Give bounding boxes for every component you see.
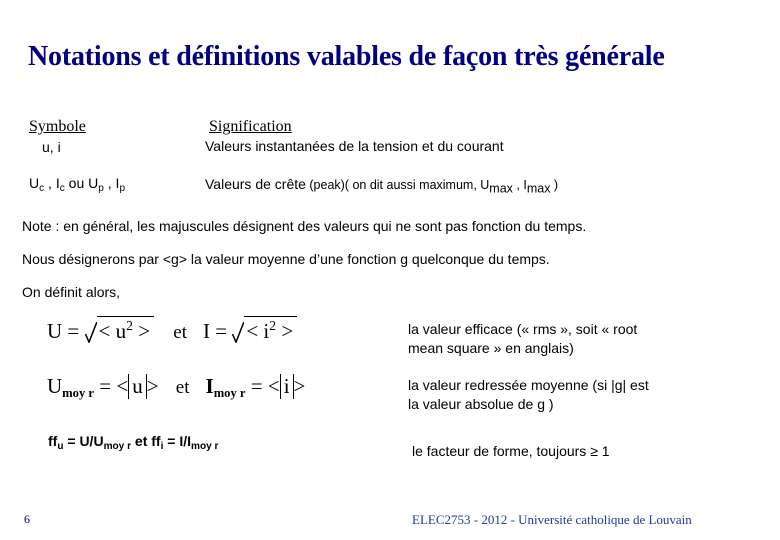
symbol-sep-2: , xyxy=(103,175,116,191)
note-paragraph-1: Note : en général, les majuscules désign… xyxy=(22,218,587,234)
symbol-uc: U xyxy=(29,175,40,191)
formula-moy-gt-u: > xyxy=(146,374,164,398)
table-row-2-meaning: Valeurs de crête (peak)( on dit aussi ma… xyxy=(205,176,559,195)
meaning-paren: (peak)( on dit aussi maximum, xyxy=(305,178,481,192)
radicand-u-text: < u xyxy=(98,319,127,343)
ff-i-equation: = I/I xyxy=(163,433,192,449)
symbol-ou: ou xyxy=(64,175,89,191)
ff-u-equation: = U/U xyxy=(63,433,104,449)
radicand-i-gt: > xyxy=(276,319,294,343)
annotation-mean-rectified: la valeur redressée moyenne (si |g| est … xyxy=(408,376,649,414)
formula-moy-gt-i: > xyxy=(293,374,306,398)
radicand-u-gt: > xyxy=(132,319,151,343)
table-header-meaning: Signification xyxy=(209,118,292,135)
meaning-umax-subscript: max xyxy=(489,181,513,196)
meaning-close: ) xyxy=(550,178,559,192)
annotation-form-factor: le facteur de forme, toujours ≥ 1 xyxy=(412,442,610,461)
annotation-rms-line-1: la valeur efficace (« rms », soit « root xyxy=(408,321,638,337)
radicand-u-exponent: 2 xyxy=(126,318,133,333)
meaning-sep: , xyxy=(512,178,524,192)
symbol-ip-subscript: p xyxy=(119,182,126,194)
ff-u: ff xyxy=(48,433,58,449)
table-row-1-meaning: Valeurs instantanées de la tension et du… xyxy=(205,138,504,154)
table-row-1-symbol: u, i xyxy=(42,139,61,155)
table-row-2-symbol: Uc , Ic ou Up , Ip xyxy=(29,175,126,194)
formula-moy-equals-i: = < xyxy=(245,374,280,398)
ff-et: et xyxy=(131,433,152,449)
page-title: Notations et définitions valables de faç… xyxy=(28,41,665,72)
slide-canvas: { "slide": { "title": "Notations et défi… xyxy=(0,0,780,540)
formula-form-factor: ffu = U/Umoy r et ffi = I/Imoy r xyxy=(48,433,219,452)
sqrt-tick-icon xyxy=(84,321,97,343)
formula-rms-lhs-i: I xyxy=(203,319,210,343)
annotation-form-factor-line-1: le facteur de forme, toujours ≥ 1 xyxy=(412,443,610,459)
formula-rms-equals-u: = xyxy=(62,319,85,343)
formula-mean-rectified: Umoy r = < u > et Imoy r = < i > xyxy=(47,374,305,399)
sqrt-i-radicand: < i2 > xyxy=(244,316,298,344)
sqrt-i-radical: < i2 > xyxy=(232,316,298,344)
radicand-i-text: < i xyxy=(246,319,270,343)
formula-moy-abs-u: u xyxy=(128,374,147,399)
ff-i: ff xyxy=(151,433,161,449)
annotation-rms-line-2: mean square » en anglais) xyxy=(408,340,574,356)
table-header-symbol: Symbole xyxy=(29,118,86,135)
note-paragraph-3: On définit alors, xyxy=(22,284,121,300)
note-paragraph-2: Nous désignerons par <g> la valeur moyen… xyxy=(22,251,550,267)
annotation-mean-line-1: la valeur redressée moyenne (si |g| est xyxy=(408,377,649,393)
formula-moy-abs-i: i xyxy=(279,374,294,399)
formula-moy-et: et xyxy=(175,377,190,398)
formula-rms-lhs-u: U xyxy=(47,319,63,343)
formula-moy-lhs-u: U xyxy=(47,374,63,398)
formula-moy-equals-u: = < xyxy=(94,374,129,398)
symbol-up: U xyxy=(88,175,99,191)
meaning-lead: Valeurs de crête xyxy=(205,176,306,192)
sqrt-u-radical: < u2 > xyxy=(84,316,155,344)
ff-i-denominator-subscript: moy r xyxy=(191,440,219,452)
formula-moy-lhs-i-subscript: moy r xyxy=(213,385,246,400)
sqrt-u-radicand: < u2 > xyxy=(96,316,155,344)
symbol-sep-1: , xyxy=(44,175,56,191)
formula-rms-equals-i: = xyxy=(210,319,233,343)
formula-moy-lhs-i: I xyxy=(205,374,214,398)
formula-rms: U = < u2 > et I = < i2 > xyxy=(47,316,298,344)
meaning-umax: U xyxy=(480,178,490,192)
footer-credit: ELEC2753 - 2012 - Université catholique … xyxy=(412,512,692,527)
page-number: 6 xyxy=(24,512,30,526)
formula-moy-lhs-u-subscript: moy r xyxy=(62,385,94,400)
sqrt-tick-icon-2 xyxy=(232,321,245,343)
annotation-mean-line-2: la valeur absolue de g ) xyxy=(408,396,554,412)
ff-u-denominator-subscript: moy r xyxy=(103,440,132,452)
annotation-rms: la valeur efficace (« rms », soit « root… xyxy=(408,320,637,358)
formula-rms-et: et xyxy=(173,322,187,343)
meaning-imax-subscript: max xyxy=(526,181,551,196)
